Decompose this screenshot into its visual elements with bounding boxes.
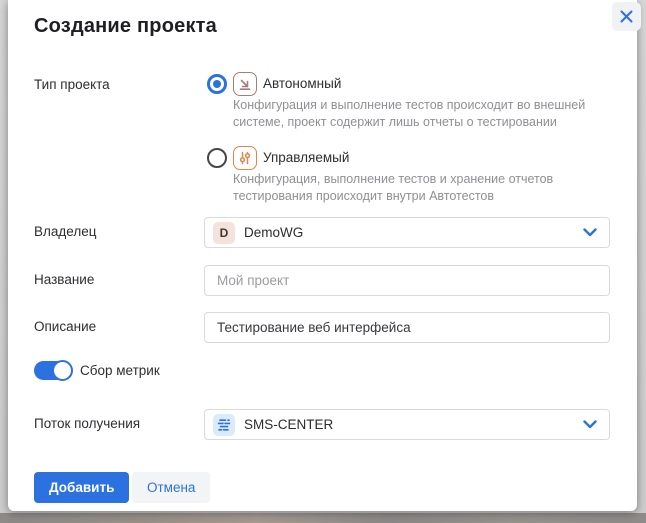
metrics-toggle[interactable] bbox=[34, 361, 72, 380]
name-label: Название bbox=[34, 272, 94, 287]
owner-select[interactable]: D DemoWG bbox=[204, 217, 610, 248]
radio-managed[interactable] bbox=[207, 148, 227, 168]
page-background: Создание проекта Тип проекта Автономный … bbox=[0, 0, 646, 523]
description-input[interactable] bbox=[204, 312, 610, 343]
option-autonomous-description: Конфигурация и выполнение тестов происхо… bbox=[233, 97, 615, 130]
stream-label: Поток получения bbox=[34, 416, 140, 431]
option-managed-description: Конфигурация, выполнение тестов и хранен… bbox=[233, 171, 615, 204]
toggle-knob bbox=[52, 360, 73, 381]
project-type-label: Тип проекта bbox=[34, 77, 110, 92]
owner-avatar: D bbox=[213, 222, 235, 244]
create-project-modal: Создание проекта Тип проекта Автономный … bbox=[8, 0, 637, 511]
option-managed-label[interactable]: Управляемый bbox=[263, 150, 349, 165]
modal-title: Создание проекта bbox=[34, 15, 217, 38]
chevron-down-icon bbox=[583, 420, 597, 429]
close-icon bbox=[620, 10, 633, 23]
chevron-down-icon bbox=[583, 228, 597, 237]
owner-label: Владелец bbox=[34, 224, 96, 239]
metrics-label: Сбор метрик bbox=[80, 363, 160, 378]
managed-icon bbox=[233, 146, 257, 170]
add-button[interactable]: Добавить bbox=[34, 472, 129, 503]
autonomous-icon bbox=[233, 72, 257, 96]
stream-lines-icon bbox=[213, 414, 235, 436]
stream-value: SMS-CENTER bbox=[244, 417, 574, 432]
stream-select[interactable]: SMS-CENTER bbox=[204, 409, 610, 440]
name-input[interactable] bbox=[204, 265, 610, 296]
description-label: Описание bbox=[34, 319, 96, 334]
cancel-button[interactable]: Отмена bbox=[132, 472, 210, 503]
owner-value: DemoWG bbox=[244, 225, 574, 240]
radio-autonomous[interactable] bbox=[207, 74, 227, 94]
option-autonomous-label[interactable]: Автономный bbox=[263, 76, 341, 91]
page-behind-modal bbox=[0, 513, 646, 523]
close-button[interactable] bbox=[612, 2, 641, 31]
